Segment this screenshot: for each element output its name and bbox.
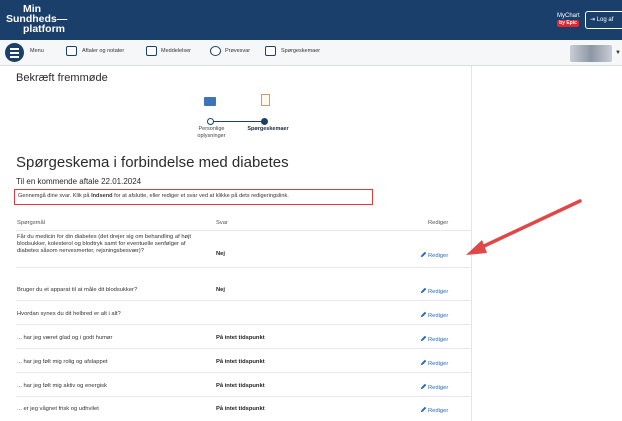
annotation-arrow (466, 199, 582, 255)
arrow-head (466, 240, 487, 255)
